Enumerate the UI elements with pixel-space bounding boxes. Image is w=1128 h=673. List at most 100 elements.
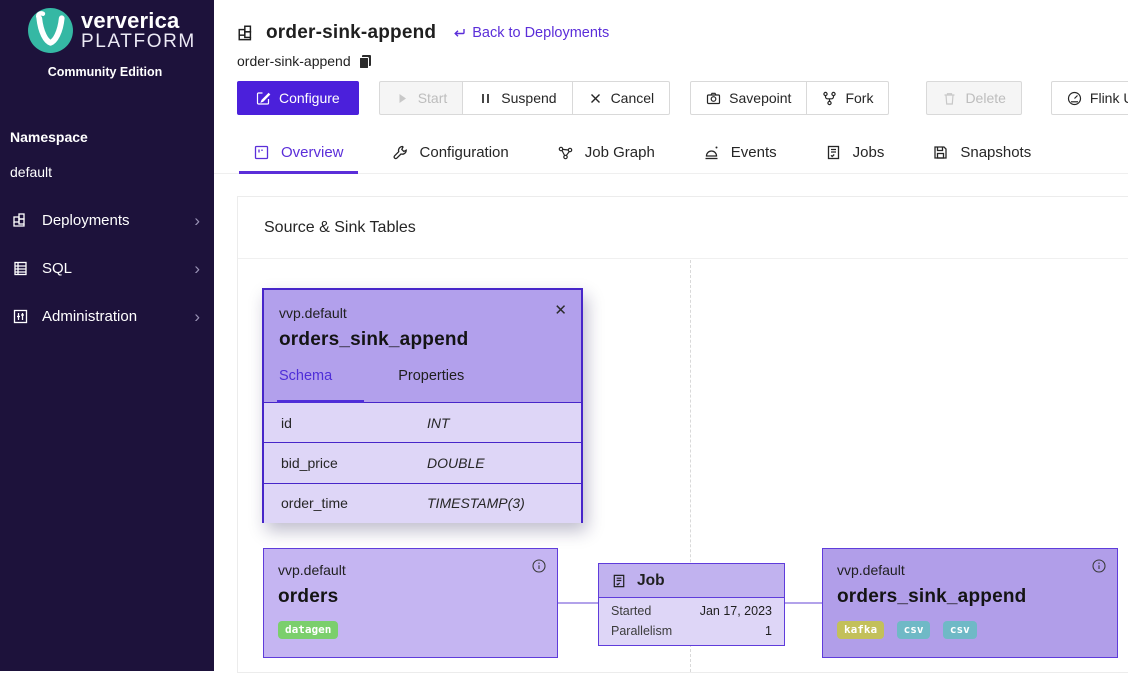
back-link-label: Back to Deployments <box>472 25 609 41</box>
administration-icon <box>12 308 29 325</box>
popup-tab-schema[interactable]: Schema <box>279 368 332 384</box>
job-card[interactable]: Job Started Jan 17, 2023 Parallelism 1 <box>598 563 785 646</box>
sidebar-item-label: Deployments <box>42 212 194 229</box>
column-name: bid_price <box>281 455 427 471</box>
sink-table-card[interactable]: vvp.default orders_sink_append kafka csv… <box>822 548 1118 658</box>
popup-catalog: vvp.default <box>279 305 566 321</box>
cancel-button[interactable]: Cancel <box>573 81 671 115</box>
tab-job-graph[interactable]: Job Graph <box>557 133 655 173</box>
table-lineage-diagram: vvp.default orders_sink_append ✕ Schema … <box>238 260 1128 672</box>
tab-events[interactable]: Events <box>703 133 777 173</box>
sidebar-nav: Deployments › SQL › Administration › <box>0 205 214 349</box>
deployment-name-text: order-sink-append <box>237 53 351 69</box>
sidebar-item-sql[interactable]: SQL › <box>0 253 214 283</box>
flink-ui-label: Flink UI <box>1090 90 1128 106</box>
tab-overview[interactable]: Overview <box>253 133 344 173</box>
column-type: TIMESTAMP(3) <box>427 495 525 511</box>
namespace-value[interactable]: default <box>10 164 52 180</box>
jobs-icon <box>825 144 842 161</box>
job-detail-row: Parallelism 1 <box>611 624 772 638</box>
schema-row: order_time TIMESTAMP(3) <box>264 483 581 523</box>
deployment-icon <box>237 24 256 43</box>
delete-button[interactable]: Delete <box>926 81 1021 115</box>
main-content: order-sink-append Back to Deployments or… <box>214 0 1128 671</box>
x-icon <box>588 91 603 106</box>
savepoint-button-group: Savepoint Fork <box>690 81 889 115</box>
connector-tag: datagen <box>278 621 338 639</box>
job-icon <box>611 573 627 589</box>
back-to-deployments-link[interactable]: Back to Deployments <box>452 25 609 41</box>
job-card-title: Job <box>637 572 665 590</box>
info-icon[interactable] <box>532 559 546 573</box>
graph-icon <box>557 144 574 161</box>
deployment-subtitle: order-sink-append <box>214 44 1128 69</box>
job-detail-row: Started Jan 17, 2023 <box>611 604 772 618</box>
popup-header: vvp.default orders_sink_append ✕ Schema … <box>264 290 581 403</box>
column-name: id <box>281 415 427 431</box>
snapshot-icon <box>932 144 949 161</box>
deployments-icon <box>12 212 29 229</box>
schema-table: id INT bid_price DOUBLE order_time TIMES… <box>264 403 581 523</box>
play-icon <box>395 91 410 106</box>
copy-icon[interactable] <box>358 54 372 69</box>
trash-icon <box>942 91 957 106</box>
format-tag: csv <box>897 621 931 639</box>
source-table-card[interactable]: vvp.default orders datagen <box>263 548 558 658</box>
tab-configuration[interactable]: Configuration <box>392 133 509 173</box>
savepoint-label: Savepoint <box>729 90 791 106</box>
tab-label: Configuration <box>420 144 509 161</box>
card-table-name: orders_sink_append <box>837 586 1103 608</box>
start-label: Start <box>418 90 448 106</box>
chevron-right-icon: › <box>194 212 200 229</box>
job-detail-value: Jan 17, 2023 <box>700 604 772 618</box>
namespace-label: Namespace <box>10 129 88 145</box>
page-header: order-sink-append Back to Deployments <box>214 0 1128 44</box>
panel-title: Source & Sink Tables <box>238 197 1128 259</box>
tab-bar: Overview Configuration Job Graph Eve <box>214 133 1128 174</box>
schema-row: bid_price DOUBLE <box>264 442 581 482</box>
card-catalog: vvp.default <box>837 562 1103 578</box>
ververica-logo-icon <box>27 7 74 54</box>
info-icon[interactable] <box>1092 559 1106 573</box>
page-title: order-sink-append <box>266 22 436 44</box>
tab-snapshots[interactable]: Snapshots <box>932 133 1031 173</box>
gauge-icon <box>1067 91 1082 106</box>
flink-ui-button[interactable]: Flink UI <box>1051 81 1128 115</box>
edition-label: Community Edition <box>0 65 210 79</box>
camera-icon <box>706 91 721 106</box>
popup-tab-properties[interactable]: Properties <box>398 368 464 384</box>
popup-tab-bar: Schema Properties <box>279 368 566 384</box>
card-table-name: orders <box>278 586 543 608</box>
tab-label: Overview <box>281 144 344 161</box>
brand-subtitle: PLATFORM <box>81 32 196 51</box>
configure-label: Configure <box>279 90 340 106</box>
pause-icon <box>478 91 493 106</box>
job-detail-label: Parallelism <box>611 624 672 638</box>
active-tab-underline <box>277 400 364 403</box>
connector-tag: kafka <box>837 621 884 639</box>
chevron-right-icon: › <box>194 308 200 325</box>
popup-table-name: orders_sink_append <box>279 329 566 351</box>
fork-label: Fork <box>845 90 873 106</box>
sidebar-item-deployments[interactable]: Deployments › <box>0 205 214 235</box>
column-type: INT <box>427 415 450 431</box>
tab-jobs[interactable]: Jobs <box>825 133 885 173</box>
tab-label: Events <box>731 144 777 161</box>
configure-button[interactable]: Configure <box>237 81 359 115</box>
job-detail-label: Started <box>611 604 651 618</box>
sidebar-item-label: Administration <box>42 308 194 325</box>
alarm-icon <box>703 144 720 161</box>
source-sink-panel: Source & Sink Tables vvp.default orders_… <box>237 196 1128 673</box>
delete-label: Delete <box>965 90 1005 106</box>
fork-button[interactable]: Fork <box>807 81 889 115</box>
return-arrow-icon <box>452 26 467 41</box>
chevron-right-icon: › <box>194 260 200 277</box>
close-icon[interactable]: ✕ <box>554 303 567 318</box>
savepoint-button[interactable]: Savepoint <box>690 81 807 115</box>
job-card-header: Job <box>599 564 784 598</box>
action-toolbar: Configure Start Suspend Cancel <box>237 81 1128 115</box>
table-detail-popup: vvp.default orders_sink_append ✕ Schema … <box>262 288 583 523</box>
sidebar-item-administration[interactable]: Administration › <box>0 301 214 331</box>
start-button[interactable]: Start <box>379 81 464 115</box>
suspend-button[interactable]: Suspend <box>463 81 572 115</box>
